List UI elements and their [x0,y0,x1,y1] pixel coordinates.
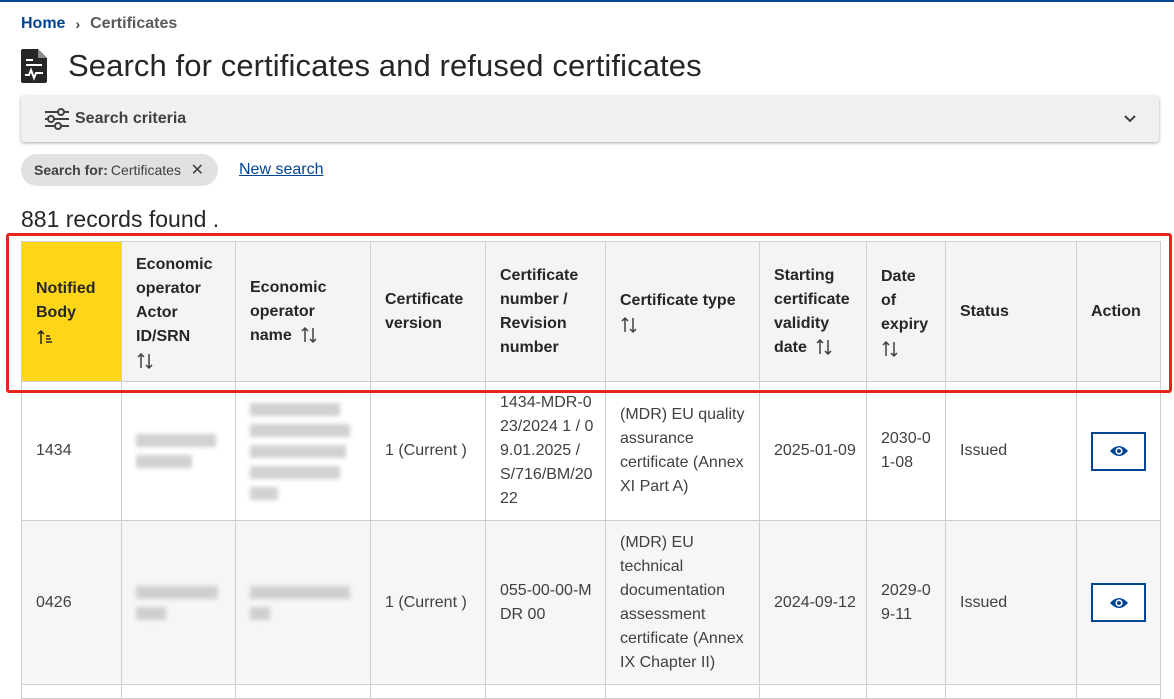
header-certificate-type[interactable]: Certificate type [605,241,760,382]
redacted-text [136,455,192,468]
sort-icon[interactable] [300,325,318,345]
table-row: 1434 1 (Current ) 1434-MDR-023/2024 1 / … [21,381,1161,521]
header-notified-body[interactable]: Notified Body [21,241,122,382]
certificate-document-icon [21,49,47,83]
search-criteria-label: Search criteria [75,110,187,127]
page-header: Search for certificates and refused cert… [21,48,702,84]
redacted-text [136,585,218,599]
certificates-table: Notified Body Economic operator Actor ID… [21,241,1161,699]
cell-certificate-type: (MDR) EU technical documentation assessm… [605,520,760,685]
close-icon[interactable]: ✕ [191,160,204,180]
header-certificate-number: Certificate number / Revision number [485,241,606,382]
breadcrumb-home-link[interactable]: Home [21,15,65,33]
page-title: Search for certificates and refused cert… [68,48,702,83]
eye-icon [1109,597,1128,608]
cell-actor-id-redacted [121,520,236,685]
header-label: Date of expiry [881,267,929,333]
cell-certificate-type: (MDR) EU quality assurance certificate (… [605,381,760,521]
header-certificate-version: Certificate version [370,241,486,382]
filter-chip-prefix: Search for: [34,162,108,178]
header-operator-name[interactable]: Economic operator name [235,241,371,382]
cell-action [1076,520,1161,685]
redacted-text [250,465,340,479]
sort-icon[interactable] [815,337,833,357]
cell-certificate-number: 1434-MDR-023/2024 1 / 09.01.2025 / S/716… [485,381,606,521]
top-accent-line [0,0,1174,2]
cell-status: Issued [945,520,1077,685]
header-label: Status [960,302,1009,320]
sort-ascending-icon[interactable] [36,327,54,347]
filter-chip-value: Certificates [110,162,181,178]
search-criteria-panel[interactable]: Search criteria [21,96,1159,142]
header-label: Action [1091,302,1141,320]
cell-operator-name-redacted [235,520,371,685]
cell-certificate-version: 1 (Current ) [370,381,486,521]
cell-start-date: 2024-09-12 [759,520,867,685]
cell-status: Issued [945,381,1077,521]
redacted-text [136,434,216,447]
redacted-text [250,585,350,599]
header-action: Action [1076,241,1161,382]
table-row [21,684,1161,699]
cell-expiry-date: 2030-01-08 [866,381,946,521]
redacted-text [250,402,340,416]
header-expiry-date[interactable]: Date of expiry [866,241,946,382]
records-count: 881 records found . [21,206,220,232]
breadcrumb-separator: › [75,16,81,32]
header-label: Economic operator Actor ID/SRN [136,255,213,345]
breadcrumb-current: Certificates [90,15,178,32]
redacted-text [250,486,278,500]
header-label: Certificate version [385,290,464,332]
header-label: Notified Body [36,279,96,321]
cell-expiry-date: 2029-09-11 [866,520,946,685]
header-label: Starting certificate validity date [774,266,850,356]
cell-operator-name-redacted [235,381,371,521]
cell-certificate-number: 055-00-00-MDR 00 [485,520,606,685]
eye-icon [1109,446,1128,456]
sort-icon[interactable] [881,339,899,359]
chevron-down-icon[interactable] [1123,114,1137,124]
cell-notified-body: 1434 [21,381,122,521]
view-button[interactable] [1091,431,1146,471]
redacted-text [250,606,270,620]
filter-chip: Search for: Certificates ✕ [21,154,218,186]
header-actor-id[interactable]: Economic operator Actor ID/SRN [121,241,236,382]
header-status: Status [945,241,1077,382]
cell-notified-body: 0426 [21,520,122,685]
breadcrumb: Home › Certificates [21,15,177,33]
redacted-text [136,606,166,620]
new-search-link[interactable]: New search [239,161,323,179]
cell-action [1076,381,1161,521]
sort-icon[interactable] [136,351,154,371]
view-button[interactable] [1091,583,1146,622]
cell-certificate-version: 1 (Current ) [370,520,486,685]
sliders-icon [45,108,69,130]
redacted-text [250,444,346,458]
cell-actor-id-redacted [121,381,236,521]
header-start-date[interactable]: Starting certificate validity date [759,241,867,382]
header-label: Certificate type [620,291,736,309]
sort-icon[interactable] [620,315,638,335]
table-row: 0426 1 (Current ) 055-00-00-MDR 00 (MDR)… [21,520,1161,685]
redacted-text [250,423,350,437]
header-label: Certificate number / Revision number [500,266,579,356]
cell-start-date: 2025-01-09 [759,381,867,521]
table-header-row: Notified Body Economic operator Actor ID… [21,241,1161,382]
